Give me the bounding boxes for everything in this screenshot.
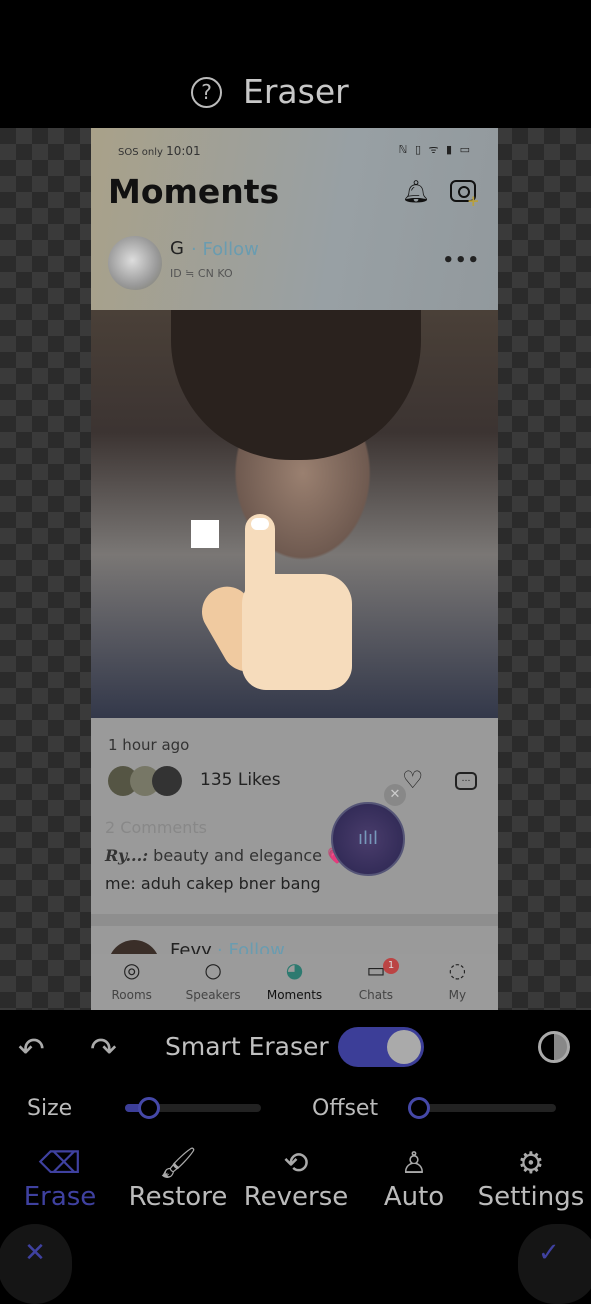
tool-label: Reverse <box>243 1182 349 1212</box>
post-time: 1 hour ago <box>108 736 190 754</box>
avatar <box>108 236 162 290</box>
likes-count: 135 Likes <box>200 770 281 790</box>
user-meta: ID ≒ CN KO <box>170 267 233 280</box>
erase-button[interactable]: ⌫ Erase <box>22 1146 98 1212</box>
cancel-button[interactable]: ✕ <box>0 1224 72 1304</box>
reverse-button[interactable]: ⟲ Reverse <box>242 1146 350 1212</box>
restore-button[interactable]: 🖌 Restore <box>126 1146 230 1212</box>
comment: me: aduh cakep bner bang <box>105 874 321 893</box>
moments-title: Moments <box>108 172 280 211</box>
face-icon: ◌ <box>448 958 467 982</box>
tab-label: Moments <box>266 988 323 1002</box>
tool-label: Restore <box>128 1182 228 1212</box>
eraser-icon: ⌫ <box>38 1146 82 1181</box>
more-icon: ••• <box>442 250 480 271</box>
plus-icon: + <box>467 192 480 210</box>
tool-label: Auto <box>383 1182 445 1212</box>
comment-text: aduh cakep bner bang <box>135 874 321 893</box>
contrast-icon[interactable] <box>538 1031 570 1063</box>
help-icon[interactable]: ? <box>191 77 222 108</box>
eraser-toolbar: ↶ ↷ Smart Eraser Size Offset ⌫ Erase 🖌 Res… <box>0 1010 591 1304</box>
confirm-button[interactable]: ✓ <box>518 1224 591 1304</box>
status-icons: ℕ ▯ ᯤ ▮ ▭ <box>398 143 472 156</box>
music-float-icon: ılıl <box>331 802 405 876</box>
offset-slider[interactable] <box>408 1097 556 1119</box>
person-icon: ♙ <box>400 1146 428 1181</box>
tool-label: Erase <box>23 1182 97 1212</box>
comments-count: 2 Comments <box>105 818 207 837</box>
comment-icon: … <box>455 772 477 790</box>
tab-my: ◌ My <box>417 954 498 1010</box>
tab-rooms: ◎ Rooms <box>91 954 172 1010</box>
tab-label: Rooms <box>111 988 152 1002</box>
post-username: G <box>170 238 184 259</box>
status-bar-left: SOS only 10:01 <box>118 144 201 158</box>
heart-icon: ♡ <box>402 766 424 794</box>
bell-icon: 🔔︎ <box>402 180 430 205</box>
tab-chats: ▭ Chats <box>335 954 416 1010</box>
app-header: SOS only 10:01 ℕ ▯ ᯤ ▮ ▭ Moments 🔔︎ + G … <box>91 128 498 310</box>
chat-icon: ▭ <box>366 958 386 982</box>
planet-icon: ◕ <box>285 958 304 982</box>
photo-hair <box>171 310 421 460</box>
undo-icon[interactable]: ↶ <box>18 1030 45 1068</box>
brush-icon: 🖌 <box>158 1146 198 1181</box>
tab-speakers: ○ Speakers <box>172 954 253 1010</box>
size-slider[interactable] <box>125 1097 261 1119</box>
liker-avatars <box>108 766 184 796</box>
settings-button[interactable]: ⚙ Settings <box>474 1146 588 1212</box>
next-post: Fevy · Follow <box>91 926 498 992</box>
redo-icon[interactable]: ↷ <box>90 1030 117 1068</box>
pointer-hand-icon <box>192 514 352 690</box>
close-icon: ✕ <box>384 784 406 806</box>
smart-eraser-label: Smart Eraser <box>165 1032 329 1061</box>
app-tab-bar: ◎ Rooms ○ Speakers ◕ Moments ▭ Chats ◌ My <box>91 954 498 1010</box>
page-title: Eraser <box>243 72 349 111</box>
chats-badge: 1 <box>383 958 399 974</box>
reverse-icon: ⟲ <box>283 1146 309 1181</box>
comment-author: me: <box>105 874 136 893</box>
carrier: SOS only <box>118 147 163 158</box>
size-slider-knob[interactable] <box>138 1097 161 1119</box>
smart-eraser-toggle[interactable] <box>338 1027 424 1067</box>
offset-label: Offset <box>312 1096 379 1121</box>
tool-label: Settings <box>477 1182 585 1212</box>
size-label: Size <box>27 1096 73 1121</box>
header: ? Eraser <box>0 0 591 128</box>
tab-label: Chats <box>358 988 394 1002</box>
auto-button[interactable]: ♙ Auto <box>378 1146 450 1212</box>
comment: Ry...: beauty and elegance 💗✨ <box>105 846 367 865</box>
comment-author: Ry...: <box>105 846 149 865</box>
divider <box>91 914 498 926</box>
follow-link: · Follow <box>191 239 259 260</box>
post-footer: 1 hour ago 135 Likes ♡ … 2 Comments Ry..… <box>91 718 498 914</box>
tab-moments: ◕ Moments <box>254 954 335 1010</box>
search-icon: ○ <box>204 958 222 982</box>
tab-label: Speakers <box>185 988 241 1002</box>
rooms-icon: ◎ <box>122 958 141 982</box>
tab-label: My <box>448 988 467 1002</box>
offset-slider-knob[interactable] <box>408 1097 430 1119</box>
gear-icon: ⚙ <box>517 1146 545 1181</box>
clock: 10:01 <box>166 144 201 158</box>
